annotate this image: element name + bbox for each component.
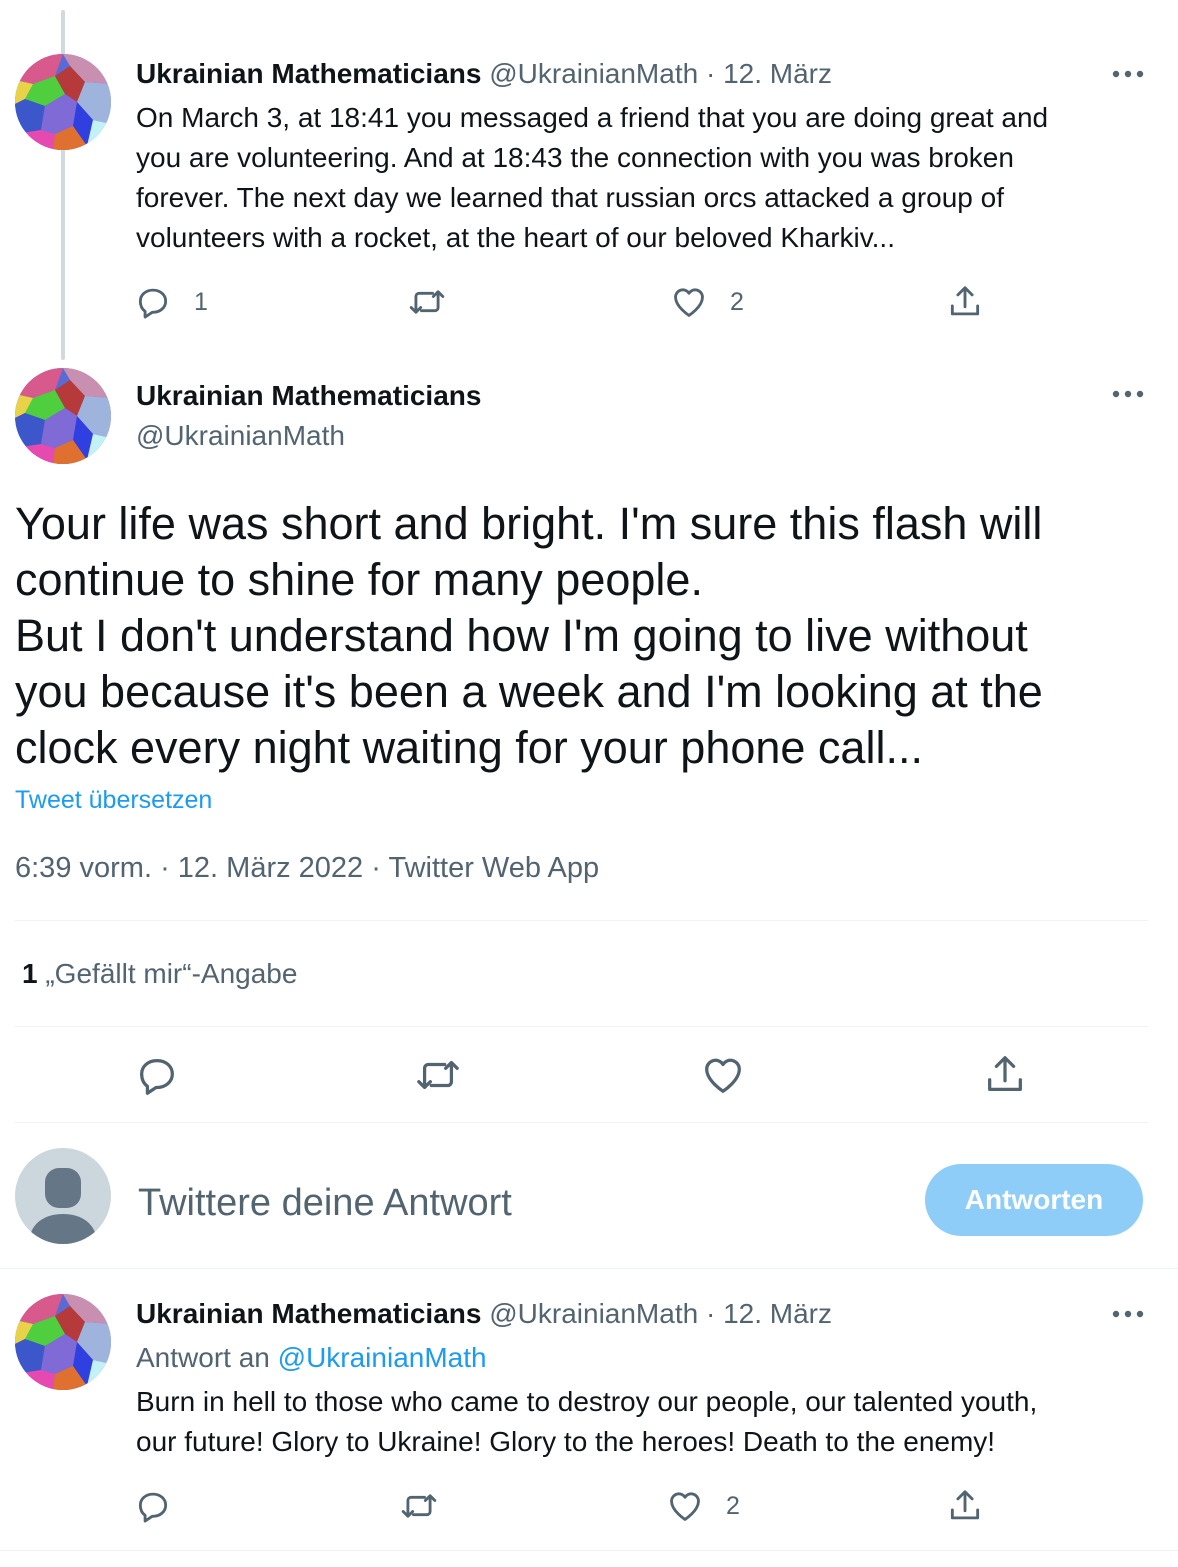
reply-button[interactable] bbox=[134, 1487, 172, 1525]
user-avatar[interactable] bbox=[15, 1148, 111, 1244]
author-name[interactable]: Ukrainian Mathematicians bbox=[136, 376, 481, 416]
reply-icon bbox=[140, 1058, 174, 1095]
avatar[interactable] bbox=[15, 368, 111, 464]
share-button[interactable] bbox=[946, 1487, 984, 1525]
retweet-icon bbox=[417, 1060, 459, 1090]
likes-count: 1 bbox=[22, 958, 38, 989]
like-icon bbox=[674, 288, 704, 317]
like-button[interactable]: 2 bbox=[670, 283, 744, 321]
tweet-header: Ukrainian Mathematicians @UkrainianMath … bbox=[136, 1296, 832, 1332]
share-button[interactable] bbox=[982, 1052, 1028, 1098]
avatar[interactable] bbox=[15, 1294, 111, 1390]
separator-dot: · bbox=[705, 58, 716, 89]
translate-link[interactable]: Tweet übersetzen bbox=[15, 784, 212, 816]
tweet-text-line: Burn in hell to those who came to destro… bbox=[136, 1386, 1038, 1417]
tweet-text-line: On March 3, at 18:41 you messaged a frie… bbox=[136, 102, 1049, 133]
likes-label: „Gefällt mir“-Angabe bbox=[45, 958, 298, 989]
tweet-text: On March 3, at 18:41 you messaged a frie… bbox=[136, 98, 1048, 258]
tweet-text-line: you are volunteering. And at 18:43 the c… bbox=[136, 142, 1014, 173]
tweet-text-line: continue to shine for many people. bbox=[15, 554, 703, 605]
divider bbox=[15, 920, 1148, 921]
retweet-button[interactable] bbox=[415, 1052, 461, 1098]
retweet-icon bbox=[401, 1494, 437, 1518]
share-icon bbox=[950, 1490, 980, 1520]
reply-prefix: Antwort an bbox=[136, 1342, 270, 1373]
reply-icon bbox=[138, 1492, 168, 1523]
tweet-source[interactable]: Twitter Web App bbox=[388, 852, 599, 884]
like-icon bbox=[670, 1492, 700, 1521]
tweet-text-line: Your life was short and bright. I'm sure… bbox=[15, 498, 1043, 549]
more-icon[interactable] bbox=[1108, 384, 1148, 404]
retweet-icon bbox=[409, 290, 445, 314]
tweet-meta: 6:39 vorm. · 12. März 2022 · Twitter Web… bbox=[15, 849, 599, 887]
reply-submit-button[interactable]: Antworten bbox=[925, 1164, 1143, 1236]
reply-input[interactable]: Twittere deine Antwort bbox=[138, 1178, 512, 1228]
more-icon[interactable] bbox=[1108, 1304, 1148, 1324]
divider bbox=[0, 1268, 1178, 1269]
default-user-icon bbox=[29, 1168, 97, 1244]
reply-button[interactable]: 1 bbox=[134, 283, 208, 321]
like-button[interactable] bbox=[700, 1052, 746, 1098]
share-icon bbox=[988, 1056, 1022, 1092]
avatar[interactable] bbox=[15, 54, 111, 150]
share-button[interactable] bbox=[946, 283, 984, 321]
tweet-header: Ukrainian Mathematicians @UkrainianMath bbox=[136, 376, 481, 456]
divider bbox=[0, 1550, 1178, 1551]
tweet-time[interactable]: 6:39 vorm. bbox=[15, 852, 152, 884]
reply-icon bbox=[138, 288, 168, 319]
author-handle[interactable]: @UkrainianMath bbox=[489, 58, 698, 89]
tweet-text-line: But I don't understand how I'm going to … bbox=[15, 610, 1028, 661]
share-icon bbox=[950, 286, 980, 316]
tweet-text-line: you because it's been a week and I'm loo… bbox=[15, 666, 1043, 717]
tweet-header: Ukrainian Mathematicians @UkrainianMath … bbox=[136, 56, 832, 92]
retweet-button[interactable] bbox=[400, 1487, 438, 1525]
tweet-date[interactable]: 12. März bbox=[723, 58, 832, 89]
tweet-text-line: clock every night waiting for your phone… bbox=[15, 722, 923, 773]
tweet-text-line: our future! Glory to Ukraine! Glory to t… bbox=[136, 1426, 996, 1457]
likes-summary[interactable]: 1 „Gefällt mir“-Angabe bbox=[22, 956, 297, 992]
reply-context: Antwort an @UkrainianMath bbox=[136, 1340, 487, 1376]
reply-to-link[interactable]: @UkrainianMath bbox=[278, 1342, 487, 1373]
retweet-button[interactable] bbox=[408, 283, 446, 321]
author-name[interactable]: Ukrainian Mathematicians bbox=[136, 1298, 481, 1329]
author-name[interactable]: Ukrainian Mathematicians bbox=[136, 58, 481, 89]
tweet-text-line: forever. The next day we learned that ru… bbox=[136, 182, 1004, 213]
tweet-full-date[interactable]: 12. März 2022 bbox=[178, 852, 363, 884]
tweet-text-line: volunteers with a rocket, at the heart o… bbox=[136, 222, 895, 253]
like-count: 2 bbox=[730, 287, 744, 316]
like-count: 2 bbox=[726, 1491, 740, 1520]
main-tweet-text: Your life was short and bright. I'm sure… bbox=[15, 496, 1043, 776]
tweet-date[interactable]: 12. März bbox=[723, 1298, 832, 1329]
author-handle[interactable]: @UkrainianMath bbox=[489, 1298, 698, 1329]
tweet-text: Burn in hell to those who came to destro… bbox=[136, 1382, 1037, 1462]
like-icon bbox=[705, 1058, 741, 1093]
reply-button[interactable] bbox=[134, 1052, 180, 1098]
separator-dot: · bbox=[705, 1298, 716, 1329]
more-icon[interactable] bbox=[1108, 64, 1148, 84]
author-handle[interactable]: @UkrainianMath bbox=[136, 416, 481, 456]
divider bbox=[15, 1122, 1148, 1123]
reply-count: 1 bbox=[194, 287, 208, 316]
like-button[interactable]: 2 bbox=[666, 1487, 740, 1525]
separator-dot: · bbox=[371, 852, 381, 884]
separator-dot: · bbox=[160, 852, 170, 884]
divider bbox=[15, 1026, 1148, 1027]
